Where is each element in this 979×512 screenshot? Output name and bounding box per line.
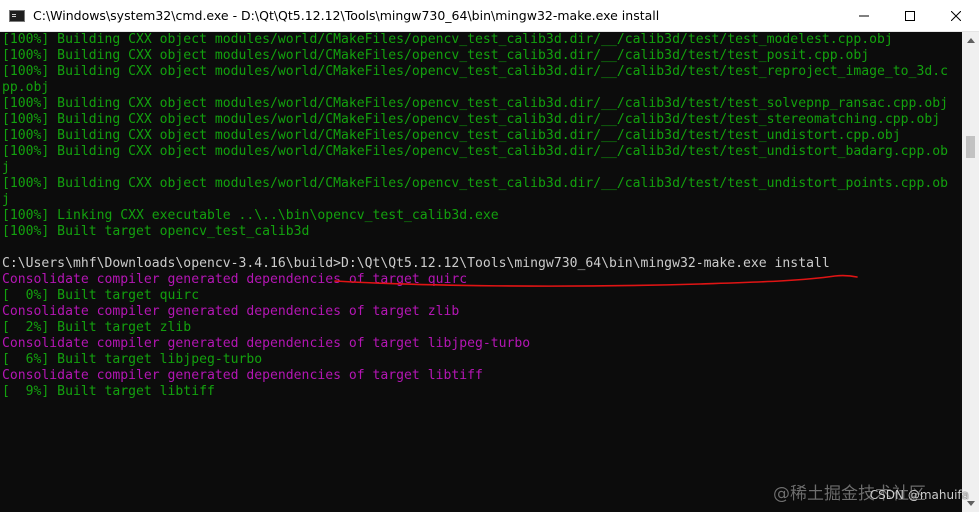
console-line: C:\Users\mhf\Downloads\opencv-3.4.16\bui… bbox=[2, 256, 830, 271]
console-line: [100%] Building CXX object modules/world… bbox=[2, 176, 948, 191]
console-line: [ 9%] Built target libtiff bbox=[2, 384, 215, 399]
scroll-up-button[interactable] bbox=[962, 32, 979, 49]
maximize-button[interactable] bbox=[887, 0, 933, 31]
minimize-button[interactable] bbox=[841, 0, 887, 31]
console-line: [100%] Building CXX object modules/world… bbox=[2, 112, 941, 127]
console-line: Consolidate compiler generated dependenc… bbox=[2, 368, 483, 383]
console-line: [ 6%] Built target libjpeg-turbo bbox=[2, 352, 263, 367]
close-icon bbox=[951, 10, 961, 21]
console-line: Consolidate compiler generated dependenc… bbox=[2, 272, 468, 287]
console-line: pp.obj bbox=[2, 80, 50, 95]
console-line: Consolidate compiler generated dependenc… bbox=[2, 336, 531, 351]
scroll-up-arrow-icon bbox=[966, 38, 975, 43]
console-line: [100%] Built target opencv_test_calib3d bbox=[2, 224, 310, 239]
console-line: [100%] Building CXX object modules/world… bbox=[2, 128, 901, 143]
console-line: Consolidate compiler generated dependenc… bbox=[2, 304, 460, 319]
scroll-thumb[interactable] bbox=[966, 136, 975, 158]
console-line: [100%] Building CXX object modules/world… bbox=[2, 144, 948, 159]
maximize-icon bbox=[905, 10, 915, 21]
console-line: [ 2%] Built target zlib bbox=[2, 320, 192, 335]
close-button[interactable] bbox=[933, 0, 979, 31]
console-line: [100%] Building CXX object modules/world… bbox=[2, 64, 948, 79]
window-title: C:\Windows\system32\cmd.exe - D:\Qt\Qt5.… bbox=[33, 8, 660, 23]
watermark-text: CSDN @mahuifa bbox=[869, 488, 969, 502]
console-line: [ 0%] Built target quirc bbox=[2, 288, 200, 303]
console-line: [100%] Building CXX object modules/world… bbox=[2, 48, 870, 63]
console-line: j bbox=[2, 160, 10, 175]
console-line: [100%] Building CXX object modules/world… bbox=[2, 32, 893, 47]
console-output[interactable]: [100%] Building CXX object modules/world… bbox=[0, 32, 962, 512]
title-bar[interactable]: C:\Windows\system32\cmd.exe - D:\Qt\Qt5.… bbox=[0, 0, 979, 32]
minimize-icon bbox=[859, 15, 869, 16]
console-line: [100%] Linking CXX executable ..\..\bin\… bbox=[2, 208, 499, 223]
console-line: j bbox=[2, 192, 10, 207]
watermark: @稀土掘金技术社区 CSDN @mahuifa bbox=[773, 479, 969, 504]
console-line: [100%] Building CXX object modules/world… bbox=[2, 96, 948, 111]
vertical-scrollbar[interactable] bbox=[962, 32, 979, 512]
cmd-app-icon bbox=[9, 9, 25, 22]
